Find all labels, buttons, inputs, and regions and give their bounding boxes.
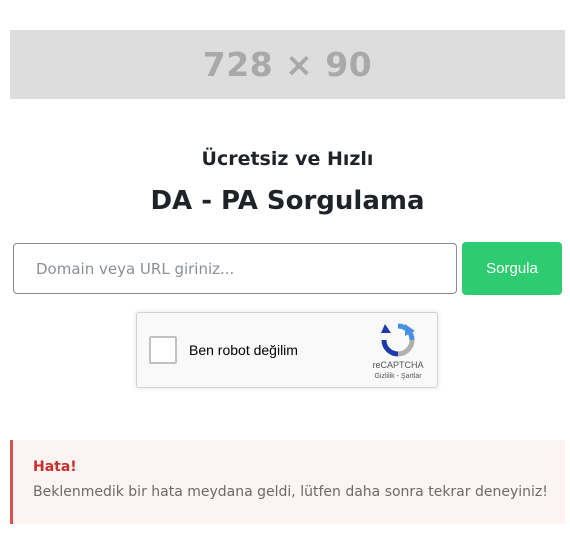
recaptcha-widget: Ben robot değilim reCAPTCHA Gizlilik - Ş… — [136, 312, 438, 388]
alert-message: Beklenmedik bir hata meydana geldi, lütf… — [33, 484, 548, 500]
page-title: DA - PA Sorgulama — [150, 186, 425, 216]
alert-title: Hata! — [33, 459, 77, 475]
domain-search-input[interactable] — [13, 243, 457, 294]
error-alert: Hata! Beklenmedik bir hata meydana geldi… — [10, 440, 565, 524]
query-button[interactable]: Sorgula — [462, 242, 562, 295]
ad-banner[interactable]: 728 × 90 — [10, 30, 565, 99]
recaptcha-links: Gizlilik - Şartlar — [359, 373, 437, 380]
recaptcha-label: Ben robot değilim — [189, 342, 298, 358]
recaptcha-checkbox[interactable] — [149, 336, 177, 364]
recaptcha-logo-icon — [381, 323, 415, 357]
recaptcha-privacy-link[interactable]: Gizlilik — [374, 373, 394, 380]
page-subtitle: Ücretsiz ve Hızlı — [201, 148, 374, 170]
recaptcha-terms-link[interactable]: Şartlar — [401, 373, 422, 380]
page: 728 × 90 Ücretsiz ve Hızlı DA - PA Sorgu… — [0, 0, 570, 537]
ad-size-label: 728 × 90 — [202, 45, 373, 84]
recaptcha-brand: reCAPTCHA — [372, 360, 424, 370]
